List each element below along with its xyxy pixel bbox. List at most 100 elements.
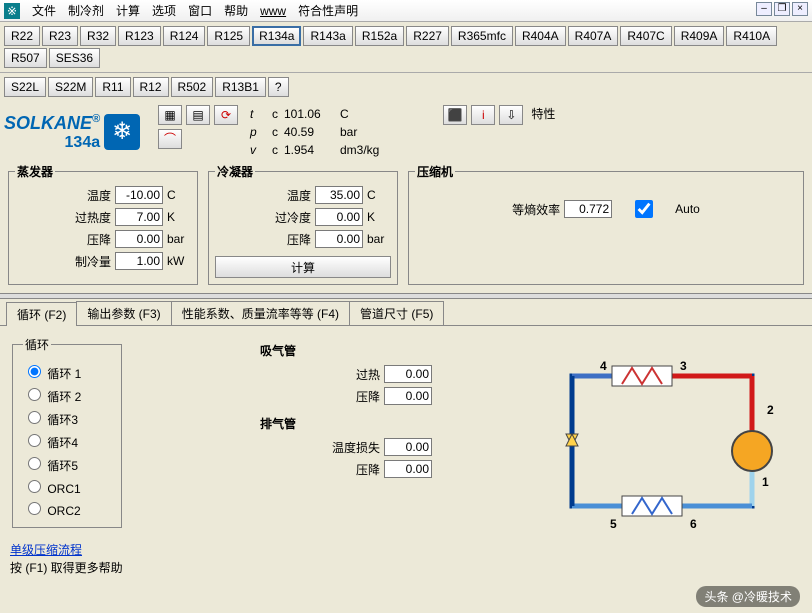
menu-file[interactable]: 文件 <box>32 2 56 19</box>
refrigerant-r123[interactable]: R123 <box>118 26 161 46</box>
discharge-input-1[interactable] <box>384 460 432 478</box>
down-icon[interactable]: ⇩ <box>499 105 523 125</box>
discharge-legend: 排气管 <box>260 415 460 432</box>
refrigerant-r11[interactable]: R11 <box>95 77 130 97</box>
cycle-option-3[interactable]: 循环4 <box>23 431 111 451</box>
menu-compliance[interactable]: 符合性声明 <box>298 2 358 19</box>
compressor-symbol <box>732 431 772 471</box>
evap-label-3: 制冷量 <box>75 253 111 270</box>
discharge-input-0[interactable] <box>384 438 432 456</box>
suction-input-0[interactable] <box>384 365 432 383</box>
refrigerant-?[interactable]: ? <box>268 77 289 97</box>
menu-help[interactable]: 帮助 <box>224 2 248 19</box>
suction-legend: 吸气管 <box>260 342 460 359</box>
refrigerant-r502[interactable]: R502 <box>171 77 214 97</box>
cycle-option-1[interactable]: 循环 2 <box>23 385 111 405</box>
refrigerant-r410a[interactable]: R410A <box>726 26 777 46</box>
cycle-option-2[interactable]: 循环3 <box>23 408 111 428</box>
condenser-panel: 冷凝器 温度 C 过冷度 K 压降 bar 计算 <box>208 163 398 285</box>
menu-window[interactable]: 窗口 <box>188 2 212 19</box>
calculate-button[interactable]: 计算 <box>215 256 391 278</box>
refrigerant-r12[interactable]: R12 <box>133 77 169 97</box>
splitter[interactable] <box>0 293 812 299</box>
evap-input-3[interactable] <box>115 252 163 270</box>
refrigerant-s22m[interactable]: S22M <box>48 77 93 97</box>
critical-properties: tc101.06C pc40.59bar vc1.954dm3/kg <box>250 105 379 159</box>
evap-label-1: 过热度 <box>75 209 111 226</box>
cycle-icon[interactable]: ⟳ <box>214 105 238 125</box>
refrigerant-ses36[interactable]: SES36 <box>49 48 100 68</box>
refrigerant-r404a[interactable]: R404A <box>515 26 566 46</box>
isentropic-eff-input[interactable] <box>564 200 612 218</box>
evap-unit-1: K <box>167 210 191 224</box>
refrigerant-r124[interactable]: R124 <box>163 26 206 46</box>
menu-bar: ※ 文件 制冷剂 计算 选项 窗口 帮助 www 符合性声明 – ❐ × <box>0 0 812 22</box>
refrigerant-r143a[interactable]: R143a <box>303 26 352 46</box>
product-logo: SOLKANE® 134a ❄ <box>4 105 154 159</box>
info-icon[interactable]: i <box>471 105 495 125</box>
evap-input-0[interactable] <box>115 186 163 204</box>
discharge-label-1: 压降 <box>356 461 380 478</box>
process-link[interactable]: 单级压缩流程 <box>10 541 82 558</box>
refrigerant-r13b1[interactable]: R13B1 <box>215 77 266 97</box>
maximize-button[interactable]: ❐ <box>774 2 790 16</box>
cond-label-0: 温度 <box>287 187 311 204</box>
cycle-option-4[interactable]: 循环5 <box>23 454 111 474</box>
cycle-option-0[interactable]: 循环 1 <box>23 362 111 382</box>
refrigerant-r507[interactable]: R507 <box>4 48 47 68</box>
minimize-button[interactable]: – <box>756 2 772 16</box>
refrigerant-r152a[interactable]: R152a <box>355 26 404 46</box>
refrigerant-r227[interactable]: R227 <box>406 26 449 46</box>
condenser-legend: 冷凝器 <box>215 163 255 180</box>
cycle-option-6[interactable]: ORC2 <box>23 499 111 518</box>
tab-1[interactable]: 输出参数 (F3) <box>76 301 171 325</box>
cond-unit-0: C <box>367 188 391 202</box>
evaporator-legend: 蒸发器 <box>15 163 55 180</box>
refrigerant-r134a[interactable]: R134a <box>252 26 301 46</box>
evaporator-panel: 蒸发器 温度C过热度K压降bar制冷量kW <box>8 163 198 285</box>
cond-unit-2: bar <box>367 232 391 246</box>
table-icon[interactable]: ▤ <box>186 105 210 125</box>
refrigerant-r23[interactable]: R23 <box>42 26 78 46</box>
auto-checkbox[interactable] <box>620 200 668 218</box>
cycle-group: 循环 循环 1 循环 2 循环3 循环4 循环5 ORC1 ORC2 <box>12 336 122 528</box>
close-button[interactable]: × <box>792 2 808 16</box>
watermark: 头条 @冷暖技术 <box>696 586 800 607</box>
suction-input-1[interactable] <box>384 387 432 405</box>
menu-refrigerant[interactable]: 制冷剂 <box>68 2 104 19</box>
menu-options[interactable]: 选项 <box>152 2 176 19</box>
cond-label-1: 过冷度 <box>275 209 311 226</box>
compressor-legend: 压缩机 <box>415 163 455 180</box>
refrigerant-r22[interactable]: R22 <box>4 26 40 46</box>
bars-icon[interactable]: ⬛ <box>443 105 467 125</box>
refrigerant-r407a[interactable]: R407A <box>568 26 619 46</box>
tab-strip: 循环 (F2)输出参数 (F3)性能系数、质量流率等等 (F4)管道尺寸 (F5… <box>0 301 812 326</box>
refrigerant-r32[interactable]: R32 <box>80 26 116 46</box>
svg-text:2: 2 <box>767 403 774 417</box>
refrigerant-r407c[interactable]: R407C <box>620 26 671 46</box>
cond-input-0[interactable] <box>315 186 363 204</box>
cond-label-2: 压降 <box>287 231 311 248</box>
menu-www[interactable]: www <box>260 4 286 18</box>
chart-icon[interactable]: ▦ <box>158 105 182 125</box>
menu-calc[interactable]: 计算 <box>116 2 140 19</box>
refrigerant-s22l[interactable]: S22L <box>4 77 46 97</box>
cond-input-2[interactable] <box>315 230 363 248</box>
cond-input-1[interactable] <box>315 208 363 226</box>
cond-unit-1: K <box>367 210 391 224</box>
cycle-option-5[interactable]: ORC1 <box>23 477 111 496</box>
tab-0[interactable]: 循环 (F2) <box>6 302 77 326</box>
evap-label-0: 温度 <box>87 187 111 204</box>
evap-input-1[interactable] <box>115 208 163 226</box>
tab-2[interactable]: 性能系数、质量流率等等 (F4) <box>171 301 350 325</box>
isentropic-eff-label: 等熵效率 <box>512 201 560 218</box>
refrigerant-r365mfc[interactable]: R365mfc <box>451 26 513 46</box>
compressor-panel: 压缩机 等熵效率 Auto <box>408 163 804 285</box>
refrigerant-r409a[interactable]: R409A <box>674 26 725 46</box>
svg-text:4: 4 <box>600 359 607 373</box>
tab-3[interactable]: 管道尺寸 (F5) <box>349 301 444 325</box>
plot-icon[interactable]: ⌒ <box>158 129 182 149</box>
refrigerant-r125[interactable]: R125 <box>207 26 250 46</box>
evap-unit-0: C <box>167 188 191 202</box>
evap-input-2[interactable] <box>115 230 163 248</box>
